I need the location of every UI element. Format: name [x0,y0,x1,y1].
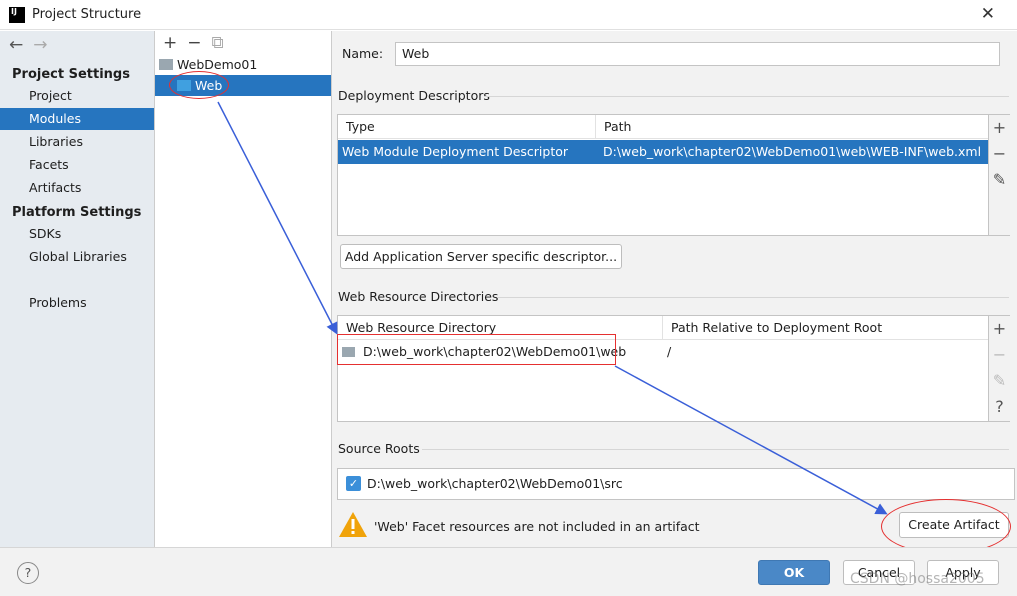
add-icon[interactable]: + [989,316,1010,342]
edit-icon[interactable]: ✎ [989,167,1010,193]
web-resource-table: Web Resource Directory Path Relative to … [337,315,1010,422]
divider [497,297,1009,298]
table-toolbar: + − ✎ [988,115,1010,235]
module-folder-icon [159,59,173,70]
help-icon[interactable]: ? [989,394,1010,420]
add-icon[interactable]: + [989,115,1010,141]
dialog-footer: ? OK Cancel Apply CSDN @hossa2005 [0,547,1017,596]
checkbox-checked-icon[interactable]: ✓ [346,476,361,491]
sidebar-item-facets[interactable]: Facets [0,154,154,176]
section-project-settings: Project Settings [12,67,130,82]
nav-buttons: ← → [9,35,58,55]
forward-arrow-icon[interactable]: → [33,35,47,55]
sidebar: ← → Project Settings Project Modules Libr… [0,31,155,547]
table-row[interactable]: Web Module Deployment Descriptor D:\web_… [338,140,988,164]
web-resource-directories-title: Web Resource Directories [338,289,499,304]
facet-settings-panel: Name: Web Deployment Descriptors Type Pa… [332,31,1017,554]
divider [484,96,1009,97]
sidebar-item-sdks[interactable]: SDKs [0,223,154,245]
title-bar: IJ Project Structure ✕ [0,0,1017,30]
sidebar-item-global-libraries[interactable]: Global Libraries [0,246,154,268]
column-path-relative[interactable]: Path Relative to Deployment Root [663,316,988,340]
source-root-path: D:\web_work\chapter02\WebDemo01\src [367,476,623,491]
source-roots-list: ✓ D:\web_work\chapter02\WebDemo01\src [337,468,1015,500]
cell-relative-path: / [667,344,672,359]
module-tree: + − ⧉ WebDemo01 Web [155,31,332,547]
node-label: WebDemo01 [177,57,258,72]
annotation-ellipse [169,71,229,99]
remove-icon[interactable]: − [989,141,1010,167]
close-icon[interactable]: ✕ [981,4,995,24]
name-label: Name: [342,46,384,61]
tree-toolbar: + − ⧉ [163,33,234,53]
sidebar-item-project[interactable]: Project [0,85,154,107]
remove-icon[interactable]: − [187,33,201,53]
column-type[interactable]: Type [338,115,596,139]
divider [422,449,1009,450]
sidebar-item-libraries[interactable]: Libraries [0,131,154,153]
back-arrow-icon[interactable]: ← [9,35,23,55]
name-input[interactable]: Web [395,42,1000,66]
warning-icon [339,512,367,537]
tree-node-webdemo01[interactable]: WebDemo01 [155,54,331,75]
cell-path: D:\web_work\chapter02\WebDemo01\web\WEB-… [603,144,982,159]
intellij-logo: IJ [9,7,25,23]
edit-icon[interactable]: ✎ [989,368,1010,394]
source-roots-title: Source Roots [338,441,420,456]
sidebar-item-problems[interactable]: Problems [0,292,154,314]
annotation-ellipse [881,499,1011,554]
add-server-descriptor-button[interactable]: Add Application Server specific descript… [340,244,622,269]
sidebar-item-artifacts[interactable]: Artifacts [0,177,154,199]
annotation-rectangle [337,334,616,365]
deployment-descriptors-table: Type Path Web Module Deployment Descript… [337,114,1010,236]
watermark: CSDN @hossa2005 [850,571,985,587]
remove-icon[interactable]: − [989,342,1010,368]
ok-button[interactable]: OK [758,560,830,585]
window-title: Project Structure [32,7,142,22]
warning-text: 'Web' Facet resources are not included i… [374,519,700,534]
sidebar-item-modules[interactable]: Modules [0,108,154,130]
help-button[interactable]: ? [17,562,39,584]
deployment-descriptors-title: Deployment Descriptors [338,88,490,103]
copy-icon[interactable]: ⧉ [212,33,224,53]
add-icon[interactable]: + [163,33,177,53]
section-platform-settings: Platform Settings [12,205,142,220]
column-path[interactable]: Path [596,115,988,139]
cell-type: Web Module Deployment Descriptor [342,144,569,159]
table-toolbar: + − ✎? [988,316,1010,421]
